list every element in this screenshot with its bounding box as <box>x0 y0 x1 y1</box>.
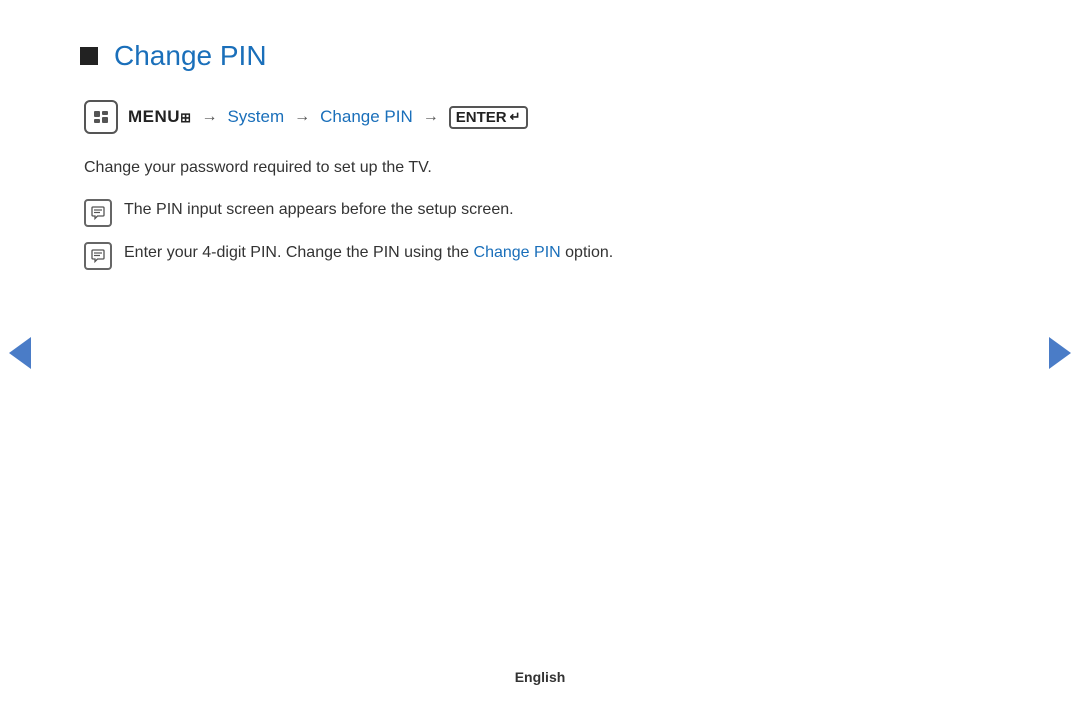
nav-right-arrow-icon <box>1049 337 1071 369</box>
enter-button-label: ENTER↵ <box>449 106 528 129</box>
note-icon-1 <box>84 199 112 227</box>
footer-language: English <box>515 669 566 685</box>
note-icon-2 <box>84 242 112 270</box>
note-2-before: Enter your 4-digit PIN. Change the PIN u… <box>124 244 474 261</box>
note-row-1: The PIN input screen appears before the … <box>84 198 1000 227</box>
nav-previous-button[interactable] <box>0 323 40 383</box>
note-text-2: Enter your 4-digit PIN. Change the PIN u… <box>124 241 613 265</box>
change-pin-link: Change PIN <box>320 107 413 127</box>
section-title-row: Change PIN <box>80 40 1000 72</box>
enter-arrow-icon: ↵ <box>510 109 521 125</box>
nav-next-button[interactable] <box>1040 323 1080 383</box>
note-2-after: option. <box>561 244 613 261</box>
note-row-2: Enter your 4-digit PIN. Change the PIN u… <box>84 241 1000 270</box>
arrow-3: → <box>423 108 439 126</box>
section-title: Change PIN <box>114 40 267 72</box>
description-text: Change your password required to set up … <box>84 156 1000 180</box>
arrow-2: → <box>294 108 310 126</box>
enter-text: ENTER <box>456 109 507 126</box>
note-text-1: The PIN input screen appears before the … <box>124 198 514 222</box>
menu-icon <box>84 100 118 134</box>
menu-path-row: MENU⊞ → System → Change PIN → ENTER↵ <box>84 100 1000 134</box>
nav-left-arrow-icon <box>9 337 31 369</box>
system-link: System <box>227 107 284 127</box>
arrow-1: → <box>201 108 217 126</box>
main-content: Change PIN MENU⊞ → System → Change PIN →… <box>0 0 1080 270</box>
section-bullet <box>80 47 98 65</box>
menu-label: MENU⊞ <box>128 107 191 127</box>
note-2-link: Change PIN <box>474 244 561 261</box>
